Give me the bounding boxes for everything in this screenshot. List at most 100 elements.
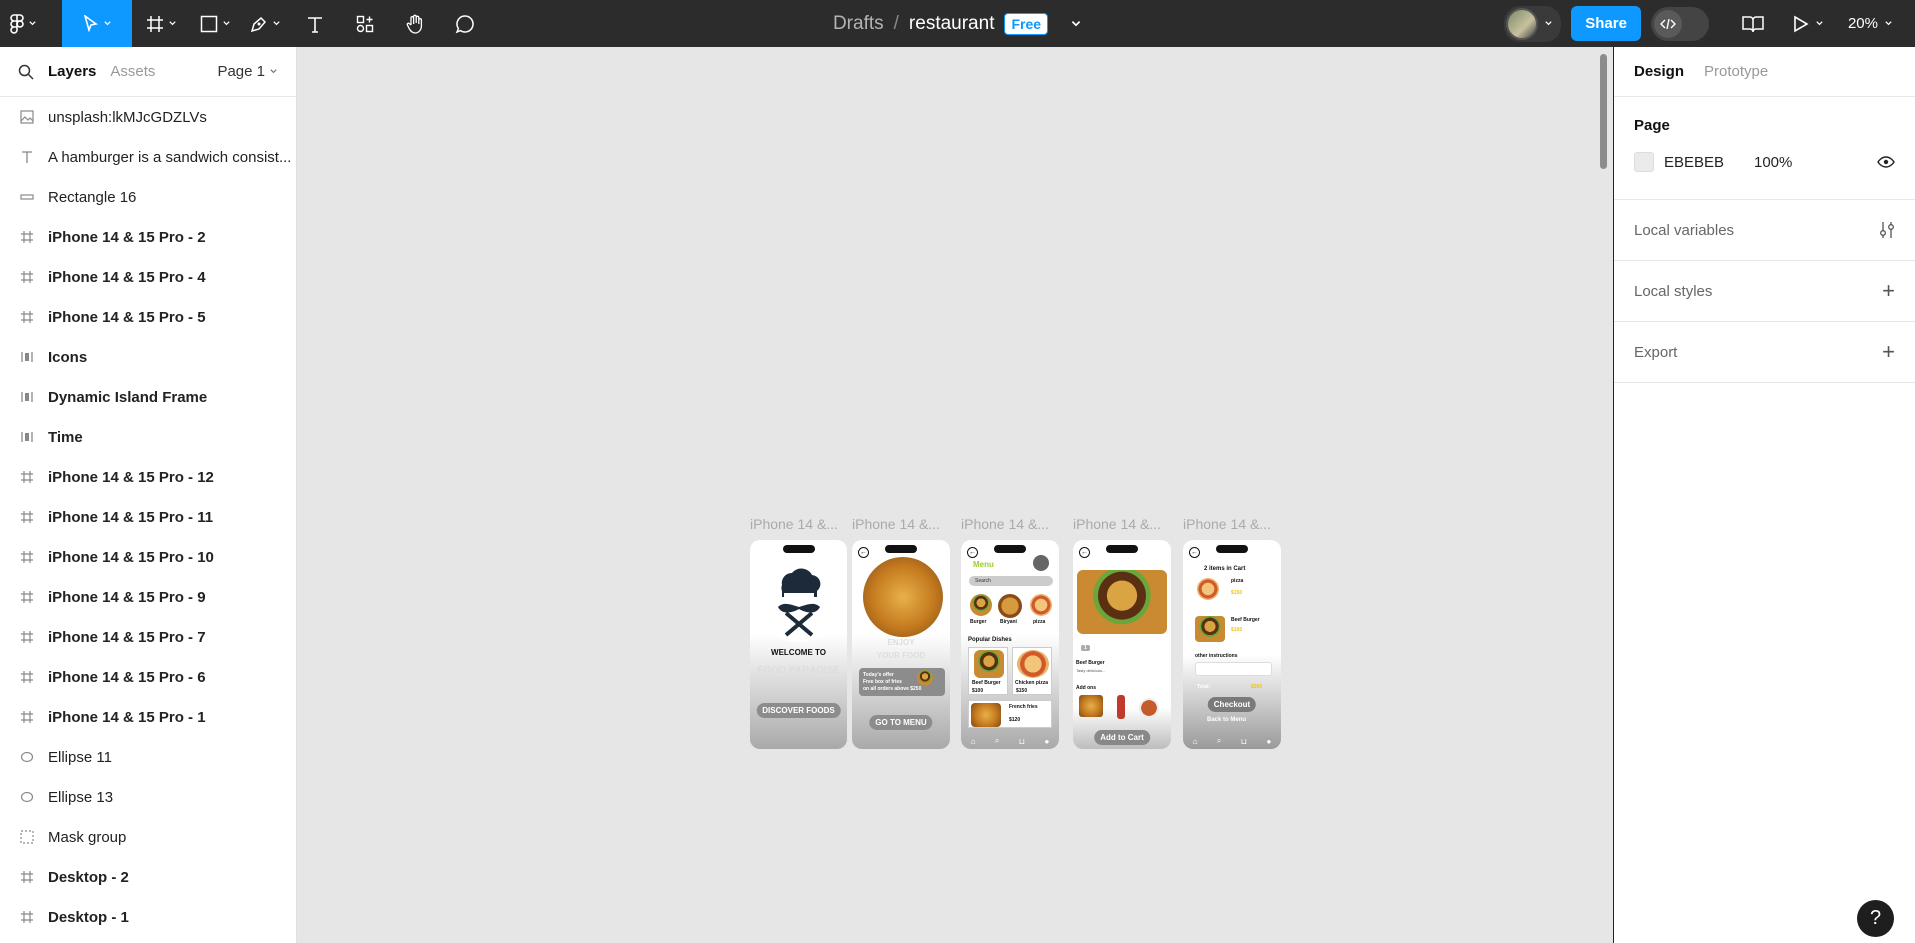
- layer-row[interactable]: iPhone 14 & 15 Pro - 10: [0, 537, 296, 577]
- tab-design[interactable]: Design: [1634, 63, 1684, 80]
- resources-tool-button[interactable]: [340, 0, 390, 47]
- layer-row[interactable]: iPhone 14 & 15 Pro - 12: [0, 457, 296, 497]
- layer-row[interactable]: iPhone 14 & 15 Pro - 11: [0, 497, 296, 537]
- layer-row[interactable]: Rectangle 16: [0, 177, 296, 217]
- main-menu-button[interactable]: [0, 0, 47, 47]
- quantity-stepper[interactable]: 1: [1081, 645, 1090, 651]
- layer-row[interactable]: Icons: [0, 337, 296, 377]
- phone-frame-enjoy[interactable]: ← ENJOY YOUR FOOD Today's offer Free box…: [852, 540, 950, 749]
- add-to-cart-button[interactable]: Add to Cart: [1094, 730, 1150, 745]
- search-icon[interactable]: [18, 64, 34, 80]
- layer-name: iPhone 14 & 15 Pro - 10: [48, 548, 214, 566]
- page-selector[interactable]: Page 1: [217, 63, 278, 80]
- layer-row[interactable]: Desktop - 1: [0, 897, 296, 937]
- tab-assets[interactable]: Assets: [110, 63, 155, 80]
- addon-ketchup-image[interactable]: [1117, 695, 1125, 719]
- layer-row[interactable]: A hamburger is a sandwich consist...: [0, 137, 296, 177]
- frame-label[interactable]: iPhone 14 &...: [1073, 516, 1161, 532]
- layer-row[interactable]: Ellipse 13: [0, 777, 296, 817]
- frame-label[interactable]: iPhone 14 &...: [1183, 516, 1271, 532]
- phone-frame-welcome[interactable]: WELCOME TO FOOD PARADISE DISCOVER FOODS: [750, 540, 847, 749]
- category-label[interactable]: pizza: [1033, 619, 1045, 625]
- local-variables-section[interactable]: Local variables: [1614, 200, 1915, 261]
- go-to-menu-button[interactable]: GO TO MENU: [869, 715, 933, 730]
- hand-tool-button[interactable]: [390, 0, 440, 47]
- rectangle-icon: [200, 15, 217, 32]
- variables-icon[interactable]: [1879, 221, 1895, 239]
- layer-row[interactable]: Ellipse 11: [0, 737, 296, 777]
- layer-row[interactable]: iPhone 14 & 15 Pro - 2: [0, 217, 296, 257]
- frame-label[interactable]: iPhone 14 &...: [961, 516, 1049, 532]
- multiplayer-avatars[interactable]: [1504, 5, 1562, 42]
- layer-row[interactable]: iPhone 14 & 15 Pro - 9: [0, 577, 296, 617]
- text-tool-button[interactable]: [290, 0, 340, 47]
- present-button[interactable]: [1793, 15, 1824, 33]
- canvas-vertical-scrollbar[interactable]: [1600, 54, 1607, 169]
- back-to-menu-link[interactable]: Back to Menu: [1207, 717, 1246, 723]
- library-button[interactable]: [1733, 15, 1773, 33]
- discover-foods-button[interactable]: DISCOVER FOODS: [756, 703, 841, 718]
- dev-mode-toggle[interactable]: [1650, 6, 1709, 41]
- layer-row[interactable]: unsplash:lkMJcGDZLVs: [0, 97, 296, 137]
- ellipse-icon: [20, 790, 34, 804]
- pen-tool-button[interactable]: [240, 0, 290, 47]
- profile-icon[interactable]: ●: [1266, 737, 1271, 746]
- move-tool-button[interactable]: [62, 0, 132, 47]
- page-opacity[interactable]: 100%: [1754, 154, 1792, 171]
- help-button[interactable]: ?: [1857, 900, 1894, 937]
- frame-tool-button[interactable]: [132, 0, 190, 47]
- local-styles-section[interactable]: Local styles +: [1614, 261, 1915, 322]
- layer-row[interactable]: Mask group: [0, 817, 296, 857]
- page-selector-label: Page 1: [217, 63, 265, 80]
- zoom-dropdown[interactable]: 20%: [1848, 15, 1893, 32]
- eye-icon[interactable]: [1877, 156, 1895, 168]
- plus-icon[interactable]: +: [1882, 341, 1895, 363]
- layer-row[interactable]: Desktop - 2: [0, 857, 296, 897]
- dish-card[interactable]: Chicken pizza $150: [1012, 647, 1052, 695]
- search-icon[interactable]: ⌕: [1217, 736, 1221, 746]
- cart-icon[interactable]: ⊔: [1241, 737, 1247, 746]
- layer-row[interactable]: iPhone 14 & 15 Pro - 6: [0, 657, 296, 697]
- home-icon[interactable]: ⌂: [1193, 737, 1198, 746]
- phone-frame-cart[interactable]: ← 2 items in Cart pizza $150 Beef Burger…: [1183, 540, 1281, 749]
- canvas[interactable]: [298, 47, 1613, 943]
- layer-row[interactable]: iPhone 14 & 15 Pro - 4: [0, 257, 296, 297]
- shape-tool-button[interactable]: [190, 0, 240, 47]
- export-section[interactable]: Export +: [1614, 322, 1915, 383]
- plus-icon[interactable]: +: [1882, 280, 1895, 302]
- page-color-swatch[interactable]: [1634, 152, 1654, 172]
- search-input[interactable]: Search: [969, 576, 1053, 586]
- cart-icon[interactable]: ⊔: [1019, 737, 1025, 746]
- page-color-hex[interactable]: EBEBEB: [1664, 154, 1744, 171]
- breadcrumb-drafts[interactable]: Drafts: [833, 13, 884, 35]
- checkout-button[interactable]: Checkout: [1207, 697, 1257, 712]
- tab-prototype[interactable]: Prototype: [1704, 63, 1768, 80]
- category-label[interactable]: Burger: [970, 619, 986, 625]
- layer-row[interactable]: iPhone 14 & 15 Pro - 5: [0, 297, 296, 337]
- category-label[interactable]: Biryani: [1000, 619, 1017, 625]
- phone-frame-menu[interactable]: ← Menu Search Burger Biryani pizza Popul…: [961, 540, 1059, 749]
- profile-icon[interactable]: ●: [1044, 737, 1049, 746]
- figma-logo-icon: [10, 13, 24, 34]
- frame-label[interactable]: iPhone 14 &...: [852, 516, 940, 532]
- addon-fries-image[interactable]: [1079, 695, 1103, 717]
- tab-layers[interactable]: Layers: [48, 63, 96, 80]
- chevron-down-icon[interactable]: [1070, 18, 1082, 30]
- addon-soup-image[interactable]: [1139, 698, 1159, 718]
- plan-badge[interactable]: Free: [1004, 12, 1049, 35]
- layer-row[interactable]: iPhone 14 & 15 Pro - 1: [0, 697, 296, 737]
- search-icon[interactable]: ⌕: [995, 736, 999, 746]
- dynamic-island: [1216, 545, 1248, 553]
- home-icon[interactable]: ⌂: [971, 737, 976, 746]
- phone-frame-product[interactable]: ← 1 Beef Burger Tasty delicious... Add o…: [1073, 540, 1171, 749]
- layer-row[interactable]: Dynamic Island Frame: [0, 377, 296, 417]
- file-name[interactable]: restaurant: [909, 13, 995, 35]
- layer-row[interactable]: iPhone 14 & 15 Pro - 7: [0, 617, 296, 657]
- dish-card[interactable]: Beef Burger $100: [968, 647, 1008, 695]
- comment-tool-button[interactable]: [440, 0, 490, 47]
- share-button[interactable]: Share: [1571, 6, 1641, 41]
- frame-label[interactable]: iPhone 14 &...: [750, 516, 838, 532]
- dish-card[interactable]: French fries $120: [968, 700, 1052, 728]
- layer-row[interactable]: Time: [0, 417, 296, 457]
- instructions-input[interactable]: [1195, 662, 1272, 676]
